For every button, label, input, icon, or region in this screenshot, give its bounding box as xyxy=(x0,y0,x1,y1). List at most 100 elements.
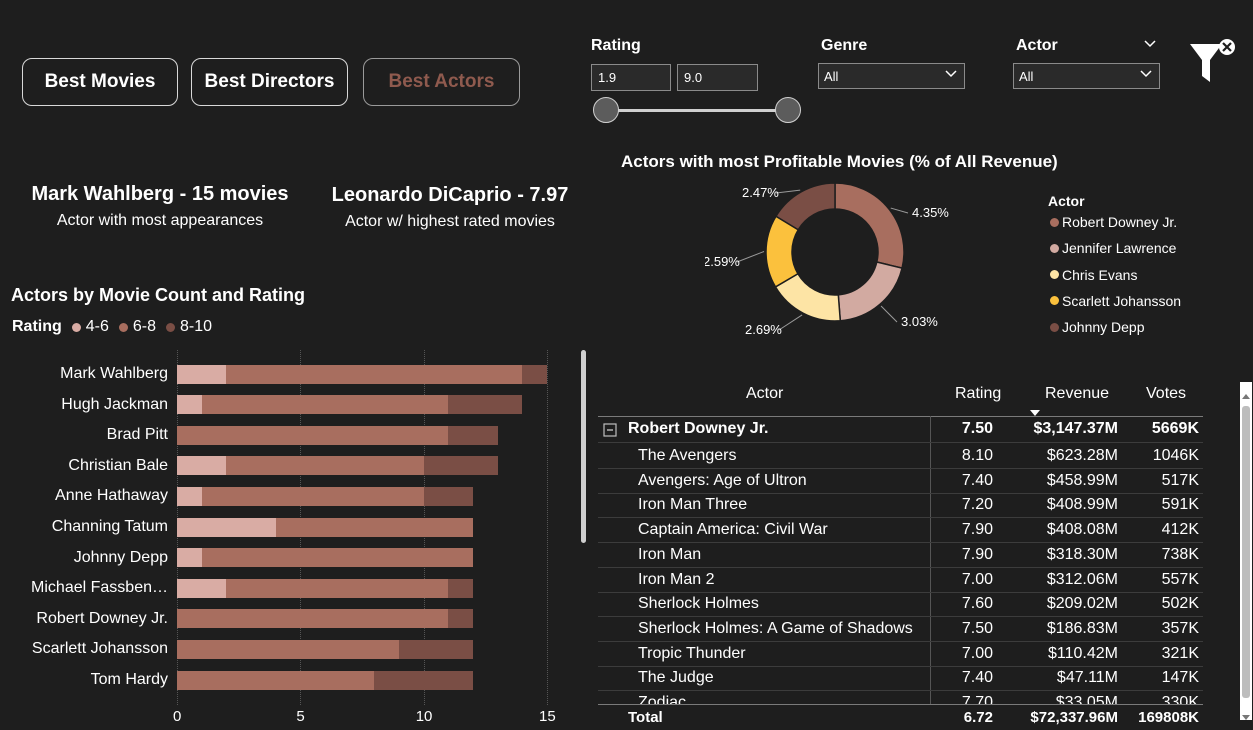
bar-chart-scrollbar[interactable] xyxy=(581,350,586,543)
bar-segment-8-10[interactable] xyxy=(423,456,498,476)
movie-votes: 738K xyxy=(1161,545,1199,563)
table-row[interactable]: Sherlock Holmes: A Game of Shadows 7.50 $1… xyxy=(598,617,1203,642)
bar-segment-4-6[interactable] xyxy=(177,486,202,506)
table-row[interactable]: Iron Man 7.90 $318.30M 738K xyxy=(598,543,1203,568)
total-label: Total xyxy=(628,709,663,726)
movie-rating: 7.60 xyxy=(961,595,993,613)
col-header-votes[interactable]: Votes xyxy=(1146,385,1186,403)
bar-segment-6-8[interactable] xyxy=(226,364,523,384)
table-scrollbar-thumb[interactable] xyxy=(1242,406,1250,698)
movie-votes: 412K xyxy=(1161,521,1199,539)
bar-segment-8-10[interactable] xyxy=(374,670,474,690)
pie-legend-item[interactable]: Scarlett Johansson xyxy=(1050,293,1181,309)
pie-legend-label: Johnny Depp xyxy=(1062,319,1145,336)
pie-legend-item[interactable]: Chris Evans xyxy=(1050,267,1137,283)
pie-legend-label: Chris Evans xyxy=(1062,266,1138,283)
legend-dot xyxy=(1050,243,1059,253)
col-header-actor[interactable]: Actor xyxy=(746,385,783,403)
movie-revenue: $318.30M xyxy=(1046,545,1118,563)
table-scrollbar[interactable] xyxy=(1240,382,1252,720)
bar-segment-4-6[interactable] xyxy=(177,395,202,415)
col-header-rating[interactable]: Rating xyxy=(955,385,1001,403)
collapse-icon[interactable] xyxy=(603,423,617,442)
donut-leader-line xyxy=(736,251,765,263)
bar-segment-6-8[interactable] xyxy=(177,609,449,629)
table-row[interactable]: The Avengers 8.10 $623.28M 1046K xyxy=(598,444,1203,469)
bar-segment-6-8[interactable] xyxy=(177,670,375,690)
clear-filters-icon[interactable] xyxy=(1188,38,1238,91)
movie-rating: 7.40 xyxy=(961,669,993,687)
actor-select[interactable]: All xyxy=(1013,63,1160,89)
total-votes: 169808K xyxy=(1138,709,1199,726)
pie-legend-item[interactable]: Jennifer Lawrence xyxy=(1050,240,1176,256)
pie-legend-title: Actor xyxy=(1048,193,1085,209)
bar-segment-8-10[interactable] xyxy=(448,609,474,629)
bar-segment-8-10[interactable] xyxy=(399,639,474,659)
bar-segment-4-6[interactable] xyxy=(177,548,202,568)
bar-segment-4-6[interactable] xyxy=(177,517,276,537)
bar-segment-4-6[interactable] xyxy=(177,578,227,598)
scroll-down-icon[interactable] xyxy=(1242,708,1250,726)
rating-max-input[interactable]: 9.0 xyxy=(677,64,758,91)
genre-select-value: All xyxy=(824,69,839,84)
rating-slider-min-handle[interactable] xyxy=(593,97,619,123)
bar-segment-6-8[interactable] xyxy=(226,578,449,598)
movie-rating: 7.00 xyxy=(961,570,993,588)
donut-slice[interactable] xyxy=(837,261,903,322)
bar-segment-8-10[interactable] xyxy=(448,395,523,415)
movie-rating: 7.90 xyxy=(961,545,993,563)
table-row[interactable]: Iron Man 2 7.00 $312.06M 557K xyxy=(598,568,1203,593)
table-group-row[interactable]: Robert Downey Jr. 7.50 $3,147.37M 5669K xyxy=(598,417,1203,443)
bar-segment-8-10[interactable] xyxy=(522,364,548,384)
actor-filter-label: Actor xyxy=(1016,37,1058,54)
rating-min-input[interactable]: 1.9 xyxy=(591,64,671,91)
bar-segment-6-8[interactable] xyxy=(177,425,449,445)
bar-segment-6-8[interactable] xyxy=(177,639,400,659)
group-rating: 7.50 xyxy=(961,420,993,437)
rating-slider-max-handle[interactable] xyxy=(775,97,801,123)
pie-legend-item[interactable]: Robert Downey Jr. xyxy=(1050,214,1177,230)
bar-segment-6-8[interactable] xyxy=(275,517,474,537)
col-header-revenue[interactable]: Revenue xyxy=(1045,385,1109,403)
movie-title: Sherlock Holmes: A Game of Shadows xyxy=(638,619,913,637)
pie-legend-label: Jennifer Lawrence xyxy=(1062,240,1177,257)
movie-votes: 517K xyxy=(1161,471,1199,489)
rating-slider-track[interactable] xyxy=(606,109,788,112)
bar-segment-6-8[interactable] xyxy=(201,486,424,506)
bar-segment-6-8[interactable] xyxy=(201,548,474,568)
pie-legend-item[interactable]: Johnny Depp xyxy=(1050,319,1145,335)
bar-segment-4-6[interactable] xyxy=(177,456,227,476)
movie-rating: 7.40 xyxy=(961,471,993,489)
bar-segment-8-10[interactable] xyxy=(448,578,474,598)
movie-votes: 147K xyxy=(1161,669,1199,687)
genre-select[interactable]: All xyxy=(818,63,965,89)
bar-segment-6-8[interactable] xyxy=(201,395,449,415)
best-directors-button[interactable]: Best Directors xyxy=(191,58,348,106)
bar-segment-4-6[interactable] xyxy=(177,364,227,384)
best-movies-button[interactable]: Best Movies xyxy=(22,58,178,106)
movie-title: Avengers: Age of Ultron xyxy=(638,471,807,489)
most-appearances-kpi-value: Mark Wahlberg - 15 movies xyxy=(31,183,289,205)
table-row[interactable]: Tropic Thunder 7.00 $110.42M 321K xyxy=(598,642,1203,667)
group-actor-name: Robert Downey Jr. xyxy=(628,420,769,437)
movie-title: The Avengers xyxy=(638,447,737,464)
movie-rating: 7.50 xyxy=(961,619,993,637)
x-axis-tick: 0 xyxy=(173,708,182,725)
bar-category-label: Robert Downey Jr. xyxy=(36,609,168,627)
actor-filter-collapse-chevron-icon[interactable] xyxy=(1143,37,1157,56)
scroll-up-icon[interactable] xyxy=(1242,386,1250,404)
bar-segment-8-10[interactable] xyxy=(423,486,474,506)
highest-rated-kpi-value: Leonardo DiCaprio - 7.97 xyxy=(331,184,569,206)
chevron-down-icon xyxy=(1139,67,1153,84)
movie-rating: 7.20 xyxy=(961,496,993,514)
table-row[interactable]: Avengers: Age of Ultron 7.40 $458.99M 517K xyxy=(598,469,1203,494)
donut-slice[interactable] xyxy=(834,182,905,270)
bar-segment-8-10[interactable] xyxy=(448,425,498,445)
table-row[interactable]: Captain America: Civil War 7.90 $408.08M 41… xyxy=(598,518,1203,544)
table-row[interactable]: The Judge 7.40 $47.11M 147K xyxy=(598,666,1203,692)
table-row[interactable]: Iron Man Three 7.20 $408.99M 591K xyxy=(598,493,1203,519)
x-axis-tick: 10 xyxy=(415,708,433,725)
best-actors-button[interactable]: Best Actors xyxy=(363,58,520,106)
bar-segment-6-8[interactable] xyxy=(226,456,424,476)
table-row[interactable]: Sherlock Holmes 7.60 $209.02M 502K xyxy=(598,592,1203,618)
